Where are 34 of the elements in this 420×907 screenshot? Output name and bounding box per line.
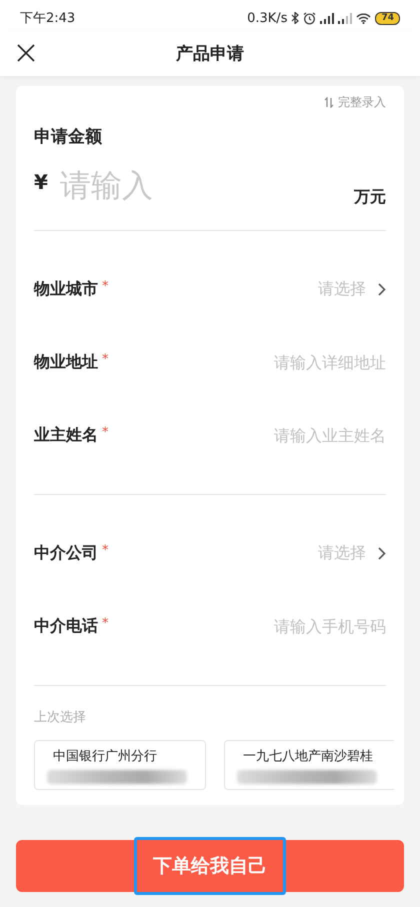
required-mark: * — [102, 279, 108, 296]
alarm-icon — [303, 12, 316, 24]
required-mark: * — [102, 543, 108, 560]
focus-outline: 下单给我自己 — [134, 837, 286, 895]
full-entry-toggle[interactable]: 完整录入 — [324, 94, 386, 111]
swap-icon — [324, 97, 334, 108]
select-field[interactable]: 请选择 — [318, 279, 386, 300]
chevron-icon — [378, 547, 386, 560]
section-label: 上次选择 — [34, 709, 87, 726]
field-label: 中介电话 — [34, 616, 98, 637]
select-field[interactable]: 请选择 — [318, 543, 386, 564]
wifi-icon — [356, 12, 372, 24]
required-mark: * — [102, 352, 108, 369]
required-mark: * — [102, 616, 108, 633]
signal-icon — [320, 12, 334, 24]
page-title: 产品申请 — [176, 42, 244, 64]
network-speed: 0.3K/s — [247, 10, 288, 26]
close-icon[interactable] — [17, 44, 35, 62]
signal-icon — [338, 12, 352, 24]
status-time: 下午2:43 — [20, 10, 76, 27]
recent-choice[interactable]: 一九七八地产南沙碧桂 — [224, 740, 394, 790]
battery-level: 74 — [375, 12, 400, 24]
submit-button[interactable]: 下单给我自己 — [16, 840, 404, 892]
required-mark: * — [102, 425, 108, 442]
unit-label: 万元 — [354, 187, 386, 208]
amount-label: 申请金额 — [34, 126, 103, 148]
field-label: 物业城市 — [34, 279, 98, 300]
chevron-icon — [378, 283, 386, 296]
field-label: 中介公司 — [34, 543, 98, 564]
field-label: 业主姓名 — [34, 425, 98, 446]
currency-symbol: ¥ — [34, 170, 48, 194]
bluetooth-icon — [291, 12, 300, 24]
recent-choice[interactable]: 中国银行广州分行 — [34, 740, 206, 790]
field-label: 物业地址 — [34, 352, 98, 373]
